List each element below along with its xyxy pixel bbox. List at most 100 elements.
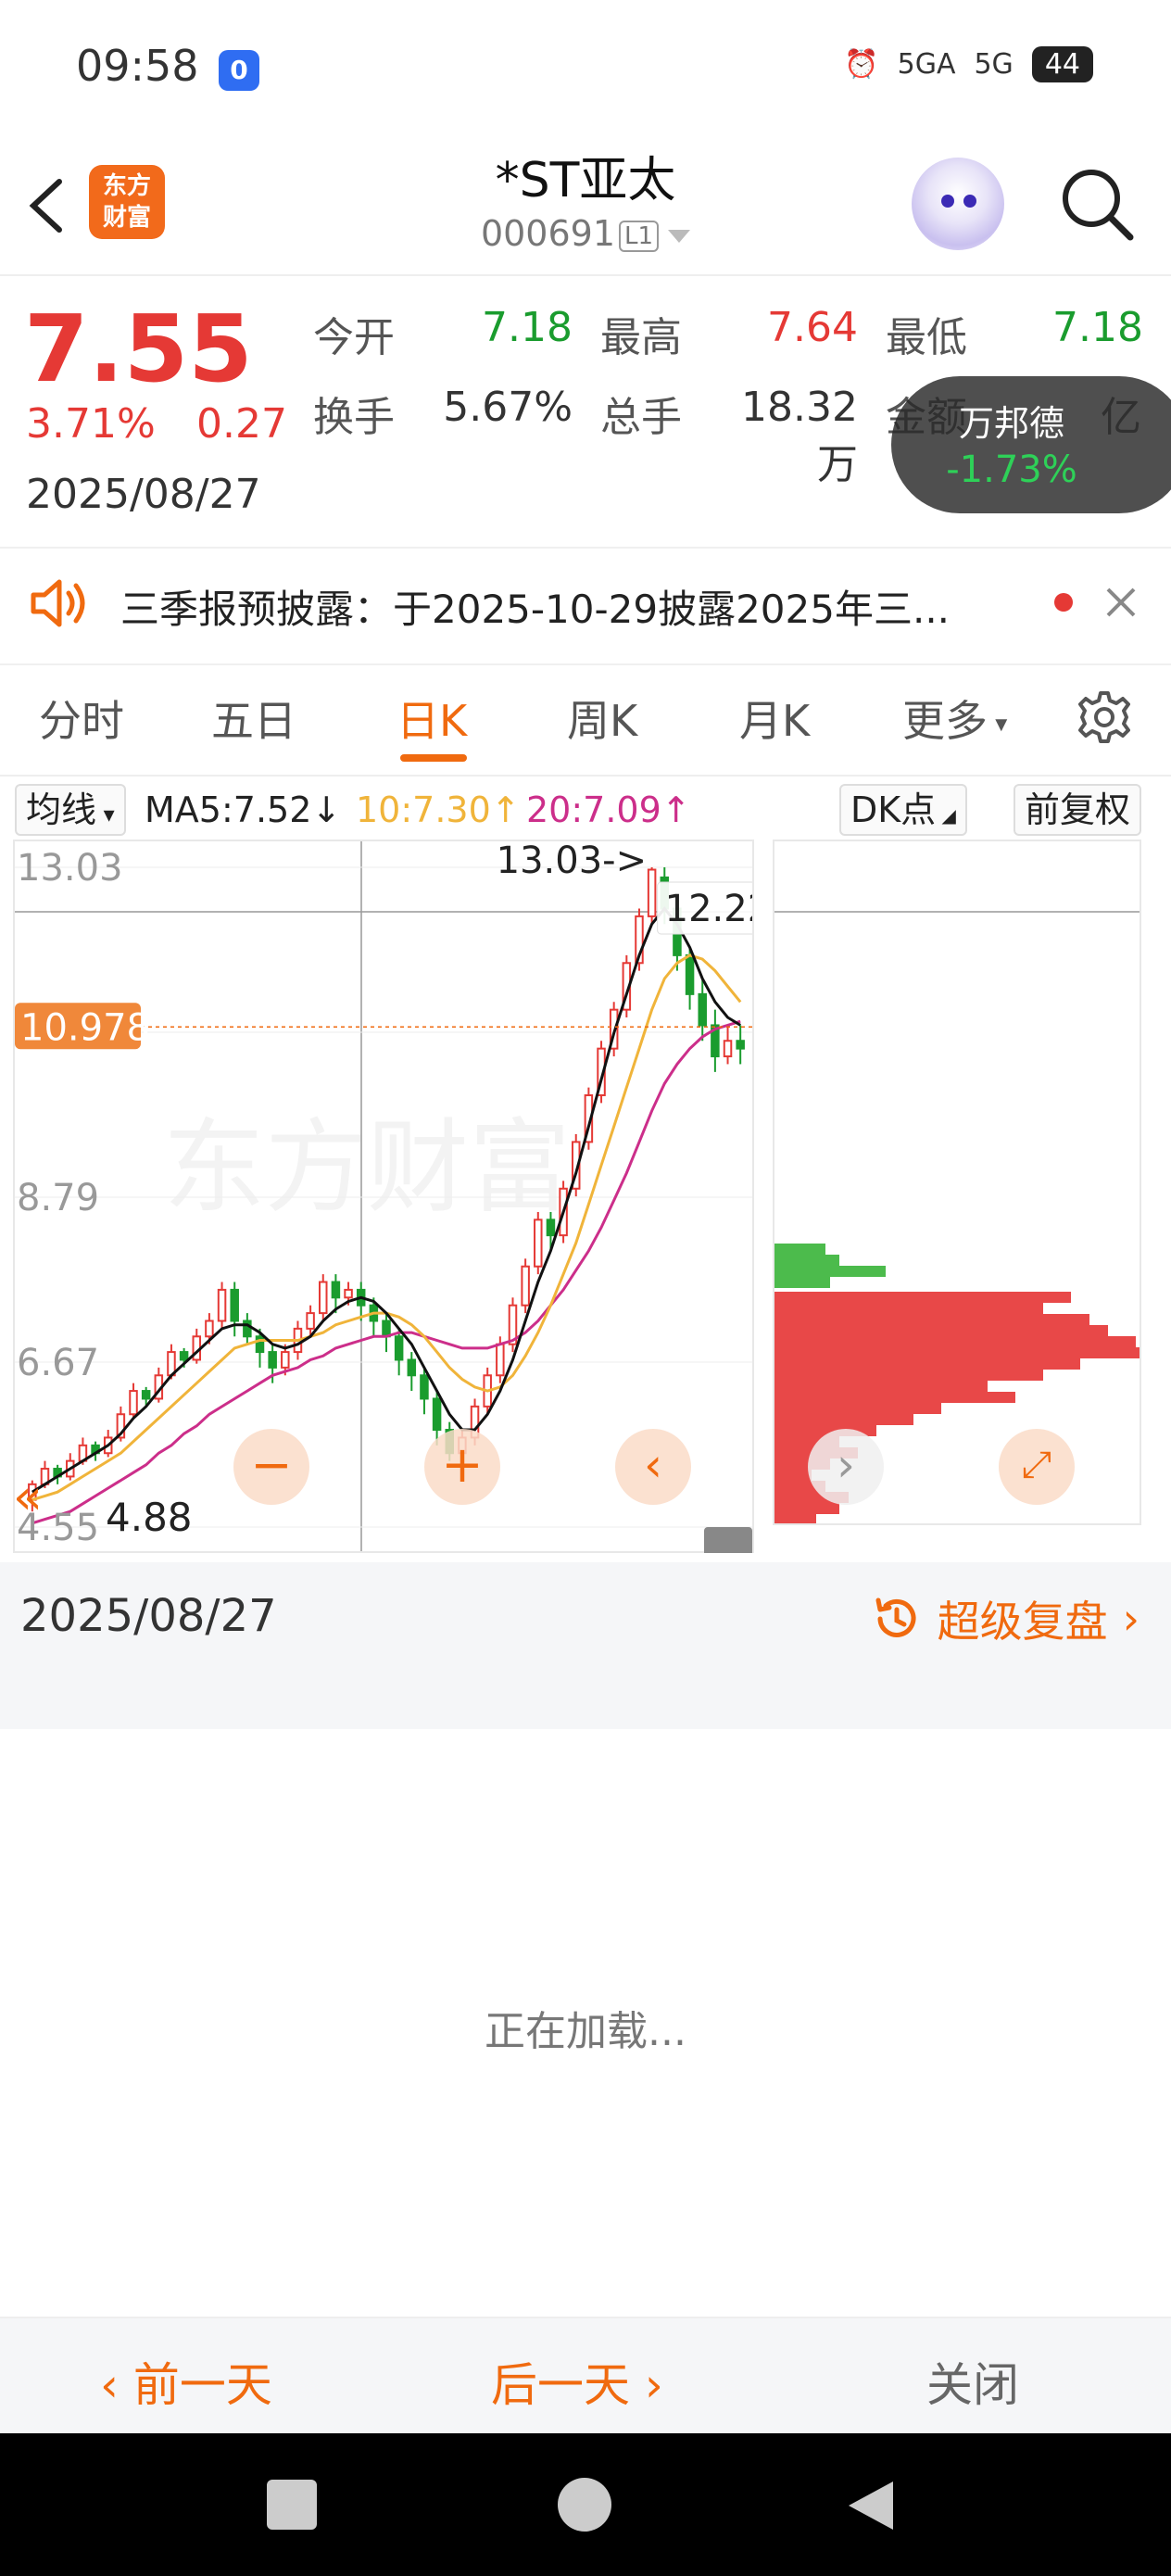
back-nav-icon[interactable] [843, 2478, 899, 2533]
battery-icon: 44 [1031, 46, 1093, 82]
price-adjust-button[interactable]: 前复权 [1014, 784, 1142, 836]
search-icon[interactable] [1056, 163, 1136, 243]
candle-body [534, 1219, 543, 1268]
crosshair-price-label: 10.978 [20, 1006, 150, 1049]
chip-bar-profit [774, 1277, 830, 1288]
zoom-in-button[interactable]: + [424, 1429, 500, 1505]
min-price-annotation: 4.88 [106, 1495, 193, 1540]
speaker-icon [31, 579, 85, 627]
tab-more[interactable]: 更多 ▾ [902, 688, 1007, 749]
candle-body [129, 1390, 138, 1416]
chip-bar-loss [774, 1370, 1043, 1381]
high-value: 7.64 [767, 304, 858, 351]
candle-body [723, 1040, 733, 1058]
candle-body [141, 1390, 151, 1400]
chip-distribution-svg [774, 911, 1140, 1523]
close-button[interactable]: 关闭 [926, 2348, 1019, 2415]
candle-body [420, 1374, 429, 1400]
chip-bar-loss [774, 1392, 1015, 1403]
assistant-avatar[interactable] [912, 158, 1004, 250]
ma5-value: MA5:7.52↓ [145, 789, 342, 830]
candle-body [255, 1335, 265, 1354]
volume-label: 总手 [600, 394, 682, 441]
gear-icon[interactable] [1077, 689, 1132, 745]
zoom-out-button[interactable]: − [233, 1429, 309, 1505]
candle-body [268, 1351, 277, 1369]
home-icon[interactable] [558, 2478, 611, 2532]
status-icons: ⏰ 5GA 5G 44 [844, 46, 1093, 82]
tab-daily-k[interactable]: 日K [397, 688, 467, 749]
candle-body [306, 1312, 315, 1330]
max-value-label: 12.22 [665, 888, 754, 930]
candle-body [736, 1040, 745, 1050]
candle-body [319, 1281, 328, 1315]
change-percent: 3.71% [26, 400, 156, 448]
chip-bar-loss [774, 1414, 913, 1425]
signal-5g-icon: 5G [974, 48, 1014, 81]
candle-body [382, 1320, 391, 1338]
chip-bar-profit [774, 1244, 825, 1255]
candle-body [698, 992, 707, 1027]
candle-body [685, 953, 695, 995]
super-replay-label: 超级复盘 [937, 1597, 1108, 1647]
super-replay-link[interactable]: 超级复盘 › [871, 1588, 1140, 1649]
next-day-label: 后一天 [491, 2358, 630, 2412]
open-label: 今开 [313, 314, 395, 361]
tabs-divider [0, 775, 1171, 777]
low-value: 7.18 [1052, 304, 1143, 351]
alarm-icon: ⏰ [844, 48, 879, 81]
tab-more-label: 更多 [902, 696, 988, 746]
dk-point-button[interactable]: DK点 ◢ [839, 784, 967, 836]
candle-body [217, 1288, 227, 1322]
candle-body [344, 1288, 353, 1299]
floating-stock-pill[interactable]: 万邦德 -1.73% [891, 376, 1171, 513]
expand-icon[interactable]: ⤢ [999, 1429, 1075, 1505]
chip-distribution-chart[interactable] [773, 840, 1141, 1525]
indicator-selector-label: 均线 [26, 789, 97, 830]
candle-body [647, 868, 657, 917]
stock-code: 000691 [480, 213, 616, 254]
chip-bar-loss [774, 1347, 1140, 1358]
tab-weekly-k[interactable]: 周K [567, 688, 637, 749]
active-tab-indicator [400, 754, 467, 762]
open-value: 7.18 [482, 304, 573, 351]
prev-day-label: 前一天 [132, 2358, 272, 2412]
close-icon[interactable] [1102, 584, 1140, 621]
recent-apps-icon[interactable] [267, 2480, 317, 2530]
y-tick-label: 13.03 [17, 847, 123, 890]
candle-body [546, 1219, 556, 1237]
tab-five-day[interactable]: 五日 [211, 688, 296, 749]
indicator-selector[interactable]: 均线 ▾ [15, 784, 126, 836]
chip-bar-loss [774, 1292, 1071, 1303]
system-nav-bar [0, 2433, 1171, 2576]
next-day-button[interactable]: 后一天 › [491, 2348, 663, 2415]
chip-bar-loss [774, 1314, 1089, 1325]
signal-5ga-icon: 5GA [897, 48, 956, 81]
chevron-right-icon[interactable]: › [808, 1429, 884, 1505]
low-label: 最低 [886, 314, 967, 361]
candle-body [496, 1343, 505, 1377]
turnover-label: 换手 [313, 394, 395, 441]
pill-stock-name: 万邦德 [958, 403, 1064, 444]
tab-monthly-k[interactable]: 月K [739, 688, 810, 749]
candle-body [394, 1335, 404, 1361]
unread-dot [1054, 593, 1073, 612]
level-badge: L1 [619, 220, 660, 252]
scroll-left-icon[interactable]: « [13, 1470, 43, 1525]
quote-date: 2025/08/27 [26, 471, 261, 518]
chart-tab-handle[interactable] [704, 1527, 752, 1553]
prev-day-button[interactable]: ‹ 前一天 [100, 2348, 272, 2415]
chip-bar-loss [774, 1336, 1136, 1347]
tab-intraday[interactable]: 分时 [39, 688, 124, 749]
notice-text[interactable]: 三季报预披露：于2025-10-29披露2025年三... [120, 578, 950, 635]
chip-bar-loss [774, 1514, 816, 1523]
chip-bar-loss [774, 1381, 988, 1392]
high-label: 最高 [600, 314, 682, 361]
volume-value: 18.32万 [741, 384, 858, 488]
current-price: 7.55 [24, 295, 253, 403]
candle-body [205, 1320, 214, 1338]
status-time: 09:58 [76, 41, 199, 91]
chip-bar-profit [774, 1255, 839, 1266]
selected-date: 2025/08/27 [20, 1590, 277, 1642]
chevron-left-icon[interactable]: ‹ [615, 1429, 691, 1505]
